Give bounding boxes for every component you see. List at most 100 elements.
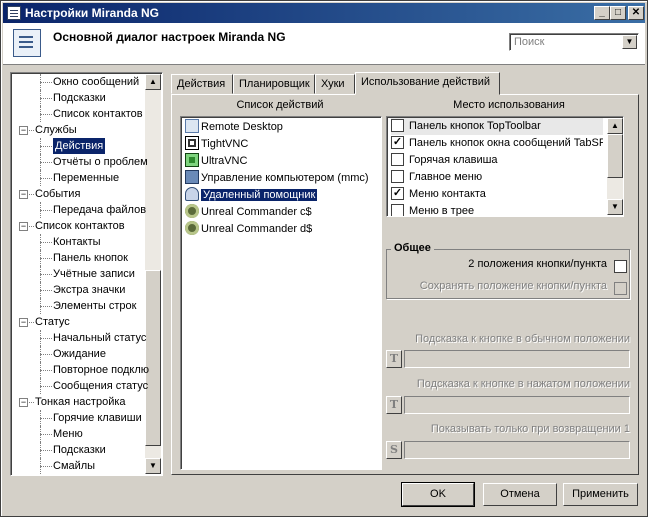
normal-hint-t-button[interactable]: T bbox=[386, 350, 402, 368]
tree-connector bbox=[29, 194, 34, 195]
close-button[interactable]: ✕ bbox=[628, 6, 644, 20]
tree-connector bbox=[29, 322, 34, 323]
tree-item[interactable]: Окно сообщений bbox=[53, 74, 139, 90]
tree-item[interactable]: Горячие клавиши bbox=[53, 410, 142, 426]
tree-item[interactable]: Панель кнопок bbox=[53, 250, 128, 266]
collapse-minus-icon[interactable]: − bbox=[19, 222, 28, 231]
tree-scrollbar[interactable]: ▲ ▼ bbox=[145, 74, 161, 474]
usage-list-item[interactable]: Панель кнопок TopToolbar bbox=[391, 118, 603, 135]
usage-scroll-thumb[interactable] bbox=[607, 134, 623, 178]
tree-item[interactable]: Действия bbox=[53, 138, 106, 154]
pressed-hint-field[interactable] bbox=[404, 396, 630, 414]
window-title: Настройки Miranda NG bbox=[25, 6, 159, 20]
return-s-button[interactable]: S bbox=[386, 441, 402, 459]
pressed-hint-t-button[interactable]: T bbox=[386, 396, 402, 414]
usage-label: Меню контакта bbox=[409, 188, 486, 200]
scroll-up-arrow-icon[interactable]: ▲ bbox=[607, 118, 623, 134]
tree-item[interactable]: Передача файлов bbox=[53, 202, 146, 218]
tree-item[interactable]: Переменные bbox=[53, 170, 119, 186]
return-field[interactable] bbox=[404, 441, 630, 459]
collapse-minus-icon[interactable]: − bbox=[19, 126, 28, 135]
tree-connector bbox=[40, 202, 41, 218]
tree-item[interactable]: Начальный статус bbox=[53, 330, 146, 346]
usage-label: Меню в трее bbox=[409, 205, 475, 217]
usage-checkbox[interactable] bbox=[391, 118, 404, 132]
tree-item[interactable]: Повторное подклю bbox=[53, 362, 149, 378]
scroll-down-arrow-icon[interactable]: ▼ bbox=[145, 458, 161, 474]
tree-connector bbox=[40, 250, 41, 266]
two-state-checkbox[interactable] bbox=[614, 260, 627, 273]
action-list-item[interactable]: Remote Desktop bbox=[185, 119, 283, 136]
usage-list-item[interactable]: ✓ Меню контакта bbox=[391, 186, 603, 203]
tree-connector bbox=[40, 450, 52, 451]
tree-connector bbox=[40, 378, 41, 394]
action-list-item[interactable]: Управление компьютером (mmc) bbox=[185, 170, 369, 187]
usage-checkbox[interactable]: ✓ bbox=[391, 135, 404, 149]
scroll-down-arrow-icon[interactable]: ▼ bbox=[607, 199, 623, 215]
header-banner: Основной диалог настроек Miranda NG Поис… bbox=[3, 23, 645, 65]
tree-item[interactable]: Учётные записи bbox=[53, 266, 135, 282]
tree-connector bbox=[40, 354, 52, 355]
actions-list[interactable]: Remote Desktop TightVNC UltraVNC Управление… bbox=[180, 116, 382, 470]
tree-connector bbox=[40, 458, 41, 474]
collapse-minus-icon[interactable]: − bbox=[19, 398, 28, 407]
tree-item[interactable]: Меню bbox=[53, 426, 83, 442]
tree-item[interactable]: Экстра значки bbox=[53, 282, 125, 298]
ok-button[interactable]: OK bbox=[401, 482, 475, 507]
usage-list-item[interactable]: ✓ Панель кнопок окна сообщений TabSRMM bbox=[391, 135, 603, 152]
tab-scheduler[interactable]: Планировщик bbox=[233, 74, 315, 94]
search-combobox[interactable]: Поиск ▼ bbox=[509, 33, 639, 51]
usage-checkbox[interactable] bbox=[391, 169, 404, 183]
usage-checkbox[interactable] bbox=[391, 152, 404, 166]
title-bar[interactable]: Настройки Miranda NG _ □ ✕ bbox=[3, 3, 645, 23]
action-list-item[interactable]: Удаленный помощник bbox=[185, 187, 319, 204]
minimize-button[interactable]: _ bbox=[594, 6, 610, 20]
tree-connector bbox=[29, 226, 34, 227]
usage-list-item[interactable]: Горячая клавиша bbox=[391, 152, 603, 169]
tree-item[interactable]: Отчёты о проблем bbox=[53, 154, 148, 170]
action-list-item[interactable]: UltraVNC bbox=[185, 153, 247, 170]
tree-connector bbox=[40, 146, 52, 147]
collapse-minus-icon[interactable]: − bbox=[19, 318, 28, 327]
tree-item[interactable]: Контакты bbox=[53, 234, 101, 250]
tree-item[interactable]: Тонкая настройка bbox=[35, 394, 126, 410]
usage-list-item[interactable]: Главное меню bbox=[391, 169, 603, 186]
action-list-item[interactable]: Unreal Commander d$ bbox=[185, 221, 312, 238]
usage-list-item[interactable]: Меню в трее bbox=[391, 203, 603, 217]
usage-list[interactable]: ▲ ▼ Панель кнопок TopToolbar ✓ Панель кноп… bbox=[386, 116, 624, 217]
maximize-button[interactable]: □ bbox=[610, 6, 626, 20]
tree-connector bbox=[40, 442, 41, 458]
tree-item[interactable]: Список контактов bbox=[35, 218, 125, 234]
options-tree[interactable]: ▲ ▼ Окно сообщений Подсказки Список контак… bbox=[10, 72, 163, 476]
action-list-item[interactable]: TightVNC bbox=[185, 136, 248, 153]
tree-scroll-thumb[interactable] bbox=[145, 270, 161, 446]
tab-hooks[interactable]: Хуки bbox=[315, 74, 355, 94]
tree-item[interactable]: Элементы строк bbox=[53, 298, 136, 314]
collapse-minus-icon[interactable]: − bbox=[19, 190, 28, 199]
general-group-title: Общее bbox=[391, 242, 434, 254]
action-list-item[interactable]: Unreal Commander c$ bbox=[185, 204, 312, 221]
actions-list-caption: Список действий bbox=[236, 99, 324, 111]
usage-checkbox[interactable] bbox=[391, 203, 404, 216]
tree-item[interactable]: Список контактов bbox=[53, 106, 143, 122]
tree-connector bbox=[40, 90, 41, 106]
tree-item[interactable]: Смайлы bbox=[53, 458, 95, 474]
tree-item[interactable]: Службы bbox=[35, 122, 77, 138]
usage-checkbox[interactable]: ✓ bbox=[391, 186, 404, 200]
usage-scrollbar[interactable]: ▲ ▼ bbox=[607, 118, 623, 215]
save-state-checkbox[interactable] bbox=[614, 282, 627, 295]
tree-item[interactable]: Ожидание bbox=[53, 346, 106, 362]
cancel-button[interactable]: Отмена bbox=[483, 483, 557, 506]
apply-button[interactable]: Применить bbox=[563, 483, 638, 506]
remote-assistant-icon bbox=[185, 187, 199, 202]
tree-item[interactable]: Статус bbox=[35, 314, 70, 330]
tree-item[interactable]: Подсказки bbox=[53, 442, 106, 458]
tree-item[interactable]: Подсказки bbox=[53, 90, 106, 106]
tree-item[interactable]: Сообщения статус bbox=[53, 378, 148, 394]
tab-action-usage[interactable]: Использование действий bbox=[355, 72, 500, 95]
scroll-up-arrow-icon[interactable]: ▲ bbox=[145, 74, 161, 90]
tab-actions[interactable]: Действия bbox=[171, 74, 233, 94]
chevron-down-icon[interactable]: ▼ bbox=[622, 35, 637, 49]
normal-hint-field[interactable] bbox=[404, 350, 630, 368]
tree-item[interactable]: События bbox=[35, 186, 80, 202]
